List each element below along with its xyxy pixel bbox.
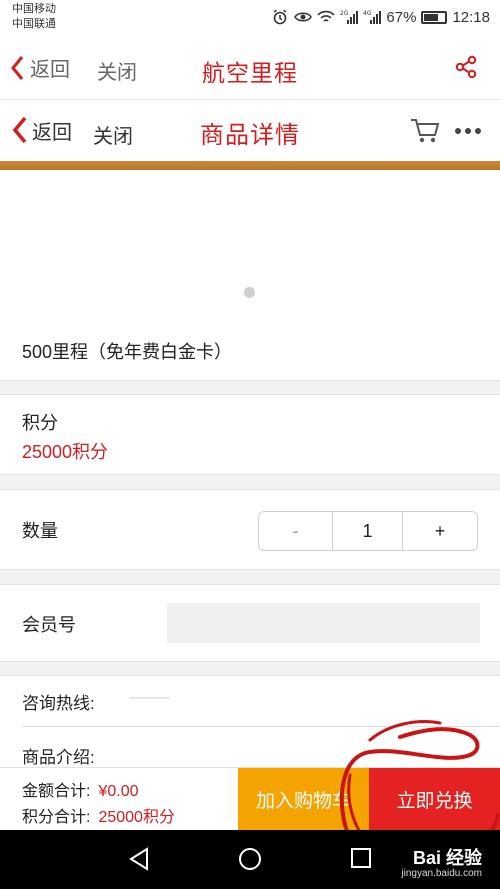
page-header: 返回 关闭 商品详情 [0,101,500,161]
home-circle-icon[interactable] [238,847,262,871]
app-title: 航空里程 [202,60,298,86]
status-icons: 2G 4G 67% 12:18 [271,7,490,27]
eye-icon [294,8,313,26]
section-divider [0,661,500,676]
hotline-label: 咨询热线: [22,694,95,713]
outer-back-button[interactable]: 返回 [10,53,70,82]
network-type-2: 4G [363,10,372,17]
outer-back-label: 返回 [30,59,70,81]
amount-total-label: 金额合计: [22,783,91,800]
cart-icon[interactable] [410,117,440,145]
info-divider [22,726,500,727]
increase-button[interactable]: + [403,512,477,550]
amount-total-value: ¥0.00 [98,783,139,800]
points-total-value: 25000积分 [98,809,175,826]
bottom-action-bar: 金额合计: ¥0.00 积分合计: 25000积分 加入购物车 立即兑换 [0,767,500,831]
add-to-cart-button[interactable]: 加入购物车 [238,768,369,831]
inner-back-button[interactable]: 返回 [12,115,72,145]
chevron-left-icon [11,55,24,80]
section-divider [0,569,500,585]
points-total: 积分合计: 25000积分 [22,803,175,827]
recents-square-icon[interactable] [350,847,372,869]
member-number-field[interactable] [167,603,480,643]
system-nav-bar: Bai 经验 jingyan.baidu.com [0,830,500,889]
quantity-label: 数量 [22,521,58,541]
clock: 12:18 [452,8,490,26]
chevron-left-icon [12,116,27,144]
member-number-label: 会员号 [22,615,76,635]
carousel-indicator [244,287,255,298]
product-intro-label: 商品介绍: [22,748,95,767]
decrease-button[interactable]: - [259,512,333,550]
battery-percent: 67% [386,8,417,26]
inner-back-label: 返回 [32,121,72,144]
redeem-now-button[interactable]: 立即兑换 [369,768,500,831]
alarm-icon [271,8,289,26]
quantity-stepper: - 1 + [258,511,478,551]
watermark-text: Bai 经验 [412,848,482,868]
section-divider [0,474,500,490]
header-accent-bar [0,161,500,170]
app-header: 返回 关闭 航空里程 [0,36,500,100]
points-total-label: 积分合计: [22,809,91,826]
wifi-icon [317,8,336,26]
network-type-1: 2G [340,10,349,17]
hotline-value [130,697,170,699]
quantity-value[interactable]: 1 [333,512,403,550]
outer-close-button[interactable]: 关闭 [97,56,137,85]
more-icon[interactable] [454,121,482,141]
signal-icon-1: 2G [340,8,359,26]
product-name: 500里程（免年费白金卡） [22,342,233,362]
amount-total: 金额合计: ¥0.00 [22,777,139,801]
back-triangle-icon[interactable] [128,847,150,871]
watermark-url: jingyan.baidu.com [401,868,482,879]
product-image-carousel[interactable] [0,170,500,320]
carrier-1: 中国移动 [12,3,56,15]
points-label: 积分 [22,413,58,433]
points-value: 25000积分 [22,442,109,462]
battery-icon [421,10,448,24]
signal-icon-2: 4G [363,8,382,26]
inner-close-button[interactable]: 关闭 [93,120,133,149]
section-divider [0,380,500,395]
status-bar: 中国移动 中国联通 2G 4G 67% 12:18 [0,0,500,36]
carrier-2: 中国联通 [12,18,56,30]
share-icon[interactable] [452,53,480,81]
